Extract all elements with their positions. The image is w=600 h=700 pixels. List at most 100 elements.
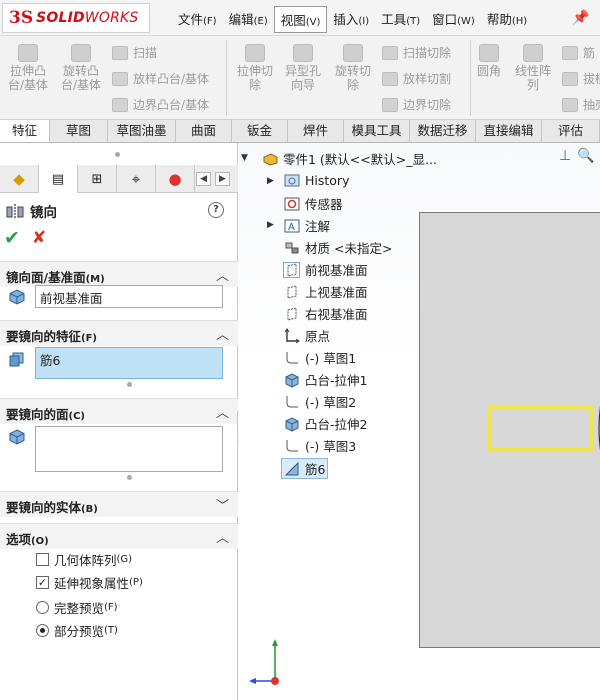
ds-logo-mark: 3S [9, 8, 34, 28]
loft-boss-button[interactable]: 放样凸台/基体 [112, 70, 209, 87]
tab-weldments[interactable]: 焊件 [288, 120, 344, 142]
origin-icon [283, 327, 300, 344]
features-to-mirror-list[interactable]: 筋6 [35, 347, 223, 379]
tab-evaluate[interactable]: 评估 [542, 120, 600, 142]
menu-insert[interactable]: 插入(I) [327, 6, 375, 33]
expand-icon[interactable]: ﹀ [216, 495, 229, 514]
tab-surfaces[interactable]: 曲面 [176, 120, 232, 142]
tab-mold-tools[interactable]: 模具工具 [344, 120, 410, 142]
lofted-cut-button[interactable]: 放样切割 [382, 70, 451, 87]
sweep-button[interactable]: 扫描 [112, 44, 157, 61]
extrude-cut-button[interactable]: 拉伸切除 [232, 44, 278, 92]
help-button[interactable]: ? [208, 202, 224, 218]
menu-window[interactable]: 窗口(W) [426, 6, 481, 33]
zoom-icon[interactable]: 🔍 [577, 148, 594, 164]
rib-button[interactable]: 筋 [562, 44, 595, 61]
scroll-left-icon[interactable]: ◀ [196, 172, 211, 186]
features-to-mirror-group-header[interactable]: 要镜向的特征(F) ︿ [0, 320, 238, 346]
linear-pattern-button[interactable]: 线性阵列 [510, 44, 556, 92]
tree-item-boss-extrude1[interactable]: 凸台-拉伸1 [283, 370, 367, 389]
draft-button[interactable]: 拔模 [562, 70, 600, 87]
faces-to-mirror-group-header[interactable]: 要镜向的面(C) ︿ [0, 398, 238, 424]
collapse-icon[interactable]: ︿ [216, 402, 229, 421]
tree-item-sketch3[interactable]: (-) 草图3 [283, 436, 356, 455]
revolve-cut-button[interactable]: 旋转切除 [330, 44, 376, 92]
feature-manager-tab[interactable]: ◆ [0, 165, 39, 193]
property-manager-tab[interactable]: ▤ [39, 165, 78, 193]
tree-item-right-plane[interactable]: 右视基准面 [283, 304, 368, 323]
menu-file[interactable]: 文件(F) [172, 6, 223, 33]
menu-tools[interactable]: 工具(T) [375, 6, 426, 33]
cancel-button[interactable]: ✘ [32, 228, 46, 248]
scroll-right-icon[interactable]: ▶ [215, 172, 230, 186]
command-manager-ribbon: 拉伸凸台/基体 旋转凸台/基体 扫描 放样凸台/基体 边界凸台/基体 拉伸切除 … [0, 36, 600, 120]
hole-wizard-button[interactable]: 异型孔向导 [280, 44, 326, 92]
revolve-boss-button[interactable]: 旋转凸台/基体 [56, 44, 106, 92]
ribbon-divider [226, 40, 227, 116]
tree-item-annotations[interactable]: A 注解 [283, 216, 330, 235]
tree-item-top-plane[interactable]: 上视基准面 [283, 282, 368, 301]
swept-cut-button[interactable]: 扫描切除 [382, 44, 451, 61]
tree-item-boss-extrude2[interactable]: 凸台-拉伸2 [283, 414, 367, 433]
expand-history-icon[interactable]: ▶ [267, 176, 274, 186]
fillet-button[interactable]: 圆角 [474, 44, 504, 78]
tree-item-sketch1[interactable]: (-) 草图1 [283, 348, 356, 367]
tree-item-sketch2[interactable]: (-) 草图2 [283, 392, 356, 411]
partial-preview-option[interactable]: 部分预览 (T) [36, 621, 118, 640]
geometry-pattern-checkbox[interactable] [36, 553, 49, 566]
configuration-manager-tab[interactable]: ⊞ [78, 165, 117, 193]
bodies-to-mirror-group-header[interactable]: 要镜向的实体(B) ﹀ [0, 491, 238, 517]
shell-button[interactable]: 抽壳 [562, 96, 600, 113]
list-resize-grip[interactable] [127, 475, 132, 480]
menu-help[interactable]: 帮助(H) [481, 6, 533, 33]
graphics-area[interactable]: ⊥ 🔍 ▼ 零件1 (默认<<默认>_显... ▶ History 传感器 ▶ … [239, 143, 600, 700]
tree-root-part[interactable]: 零件1 (默认<<默认>_显... [261, 149, 437, 168]
faces-to-mirror-list[interactable] [35, 426, 223, 472]
tab-direct-editing[interactable]: 直接编辑 [476, 120, 542, 142]
ok-button[interactable]: ✔ [4, 227, 20, 249]
full-preview-option[interactable]: 完整预览 (F) [36, 598, 118, 617]
tree-item-origin[interactable]: 原点 [283, 326, 330, 345]
options-group-header[interactable]: 选项(O) ︿ [0, 523, 238, 549]
annotation-icon: A [283, 218, 300, 234]
pin-icon[interactable]: 📌 [572, 10, 589, 26]
partial-preview-radio[interactable] [36, 624, 49, 637]
menu-view[interactable]: 视图(V) [273, 6, 328, 33]
tree-item-sensors[interactable]: 传感器 [283, 194, 343, 213]
list-resize-grip[interactable] [127, 382, 132, 387]
tree-item-front-plane[interactable]: 前视基准面 [283, 260, 368, 279]
display-manager-tab[interactable]: ● [156, 165, 195, 193]
splitter-grip[interactable] [115, 152, 120, 157]
mirror-plane-group-header[interactable]: 镜向面/基准面(M) ︿ [0, 261, 238, 287]
tab-sketch-ink[interactable]: 草图油墨 [108, 120, 176, 142]
collapse-icon[interactable]: ︿ [216, 324, 229, 343]
tree-item-material[interactable]: 材质 <未指定> [283, 238, 392, 257]
command-tabs: 特征 草图 草图油墨 曲面 钣金 焊件 模具工具 数据迁移 直接编辑 评估 [0, 120, 600, 143]
expand-annotations-icon[interactable]: ▶ [267, 220, 274, 230]
dimxpert-tab[interactable]: ⌖ [117, 165, 156, 193]
tree-item-rib6[interactable]: 筋6 [281, 458, 329, 479]
view-orientation-icon[interactable]: ⊥ [559, 148, 571, 164]
boundary-cut-button[interactable]: 边界切除 [382, 96, 451, 113]
features-icon [9, 352, 24, 367]
solidworks-logo[interactable]: 3S SOLIDWORKS [2, 3, 150, 33]
tab-features[interactable]: 特征 [0, 120, 50, 142]
collapse-icon[interactable]: ︿ [216, 527, 229, 546]
propagate-visual-checkbox[interactable]: ✓ [36, 576, 49, 589]
propagate-visual-option[interactable]: ✓ 延伸视象属性 (P) [36, 573, 143, 592]
boss-extrude-icon [283, 372, 300, 388]
tab-sketch[interactable]: 草图 [50, 120, 108, 142]
boundary-boss-button[interactable]: 边界凸台/基体 [112, 96, 209, 113]
menu-edit[interactable]: 编辑(E) [223, 6, 274, 33]
tab-sheet-metal[interactable]: 钣金 [232, 120, 288, 142]
tree-item-history[interactable]: History [283, 172, 349, 188]
tree-collapse-icon[interactable]: ▼ [241, 153, 248, 163]
geometry-pattern-option[interactable]: 几何体阵列 (G) [36, 550, 132, 569]
collapse-icon[interactable]: ︿ [216, 265, 229, 284]
full-preview-radio[interactable] [36, 601, 49, 614]
mirror-plane-field[interactable]: 前视基准面 [35, 285, 223, 308]
history-folder-icon [283, 172, 300, 188]
tab-data-migration[interactable]: 数据迁移 [410, 120, 476, 142]
extrude-boss-button[interactable]: 拉伸凸台/基体 [4, 44, 52, 92]
plane-icon [283, 284, 300, 300]
